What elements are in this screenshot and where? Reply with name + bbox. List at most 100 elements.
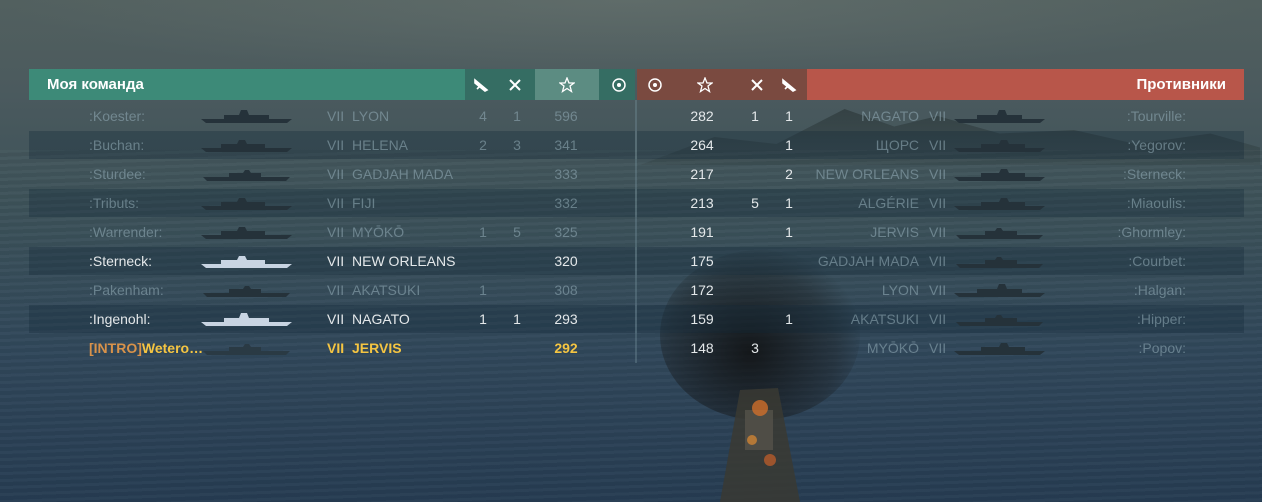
score-value: 596: [554, 108, 578, 124]
cruiser-icon: [201, 140, 292, 152]
score-value: 332: [554, 195, 578, 211]
player-name-text: Wetero…: [141, 340, 204, 356]
enemy-team-row[interactable]: 159 1 AKATSUKI VII:Hipper:: [637, 305, 1244, 333]
plane-icon[interactable]: [465, 69, 497, 100]
star-icon[interactable]: [535, 69, 599, 100]
planes-count: 3: [751, 340, 759, 356]
ship-name: ЩОРС: [875, 137, 919, 153]
destroyer-icon: [203, 286, 290, 297]
battleship-icon: [954, 110, 1045, 123]
kills-count: 2: [785, 166, 793, 182]
ship-tier: VII: [929, 311, 947, 327]
score-value: 172: [690, 282, 714, 298]
player-name: :Popov:: [1138, 340, 1186, 356]
enemy-team-row[interactable]: 148 3 MYŌKŌ VII:Popov:: [637, 334, 1244, 362]
score-value: 308: [554, 282, 578, 298]
planes-count: 3: [513, 137, 521, 153]
player-name: :Courbet:: [1128, 253, 1186, 269]
player-name: :Sterneck:: [89, 253, 152, 269]
my-team-stat-columns: [465, 69, 635, 100]
planes-count: 1: [513, 108, 521, 124]
ship-name: AKATSUKI: [352, 282, 421, 298]
my-team-row[interactable]: :Pakenham: VII AKATSUKI 1 308: [29, 276, 635, 304]
battleship-icon: [201, 110, 292, 123]
my-team-row[interactable]: :Buchan: VII HELENA 2 3 341: [29, 131, 635, 159]
player-name: :Yegorov:: [1127, 137, 1186, 153]
enemy-team-row[interactable]: 217 2 NEW ORLEANS VII:Sterneck:: [637, 160, 1244, 188]
ship-tier: VII: [327, 108, 345, 124]
ship-name: NAGATO: [861, 108, 919, 124]
enemy-team-title: Противники: [1136, 76, 1226, 93]
sky-background: [0, 0, 1262, 80]
my-team-row[interactable]: :Koester: VII LYON 4 1 596: [29, 102, 635, 130]
player-name-text: :Warrender:: [89, 224, 163, 240]
star-icon[interactable]: [689, 69, 721, 100]
ship-name: NEW ORLEANS: [815, 166, 919, 182]
player-name: :Halgan:: [1133, 282, 1186, 298]
my-team-row[interactable]: :Sterneck: VII NEW ORLEANS 320: [29, 247, 635, 275]
plane-icon[interactable]: [773, 69, 805, 100]
battleship-icon: [954, 284, 1045, 297]
ship-tier: VII: [327, 311, 345, 327]
ship-tier: VII: [327, 224, 345, 240]
cruiser-icon: [201, 256, 292, 268]
ship-tier: VII: [929, 224, 947, 240]
player-name: :Miaoulis:: [1126, 195, 1186, 211]
player-name: :Pakenham:: [89, 282, 164, 298]
my-team-row[interactable]: :Warrender: VII MYŌKŌ 1 5 325: [29, 218, 635, 246]
enemy-team-stat-columns: [637, 69, 807, 100]
cruiser-icon: [201, 198, 292, 210]
enemy-team-row[interactable]: 175 GADJAH MADA VII:Courbet:: [637, 247, 1244, 275]
player-name-text: :Ingenohl:: [89, 311, 151, 327]
planes-count: 1: [513, 311, 521, 327]
enemy-team-row[interactable]: 172 LYON VII:Halgan:: [637, 276, 1244, 304]
ship-name: MYŌKŌ: [352, 224, 405, 240]
enemy-team-row[interactable]: 191 1 JERVIS VII:Ghormley:: [637, 218, 1244, 246]
score-value: 292: [554, 340, 578, 356]
laurel-icon[interactable]: [603, 69, 635, 100]
player-name-text: :Sturdee:: [89, 166, 146, 182]
ship-kill-icon[interactable]: [741, 69, 773, 100]
score-value: 282: [690, 108, 714, 124]
my-team-row[interactable]: :Sturdee: VII GADJAH MADA 333: [29, 160, 635, 188]
player-name: :Ghormley:: [1117, 224, 1186, 240]
my-team-row[interactable]: :Tributs: VII FIJI 332: [29, 189, 635, 217]
player-name: :Hipper:: [1136, 311, 1186, 327]
ship-kill-icon[interactable]: [499, 69, 531, 100]
cruiser-icon: [954, 343, 1045, 355]
destroyer-icon: [956, 315, 1043, 326]
enemy-team-row[interactable]: 282 1 1 NAGATO VII:Tourville:: [637, 102, 1244, 130]
cruiser-icon: [954, 169, 1045, 181]
my-team-row[interactable]: [INTRO]Wetero… VII JERVIS 292: [29, 334, 635, 362]
ship-name: NEW ORLEANS: [352, 253, 456, 269]
player-name-text: :Tributs:: [89, 195, 140, 211]
destroyer-icon: [203, 170, 290, 181]
kills-count: 1: [785, 108, 793, 124]
score-value: 264: [690, 137, 714, 153]
kills-count: 1: [785, 224, 793, 240]
ship-name: MYŌKŌ: [866, 340, 919, 356]
ship-tier: VII: [929, 108, 947, 124]
ship-tier: VII: [327, 340, 345, 356]
score-value: 191: [690, 224, 714, 240]
enemy-team-row[interactable]: 264 1 ЩОРС VII:Yegorov:: [637, 131, 1244, 159]
cruiser-icon: [954, 140, 1045, 152]
player-name: :Tourville:: [1126, 108, 1186, 124]
destroyer-icon: [956, 228, 1043, 239]
my-team-row[interactable]: :Ingenohl: VII NAGATO 1 1 293: [29, 305, 635, 333]
clan-tag: [INTRO]: [89, 340, 142, 356]
score-value: 159: [690, 311, 714, 327]
ship-name: HELENA: [352, 137, 409, 153]
player-name-text: :Pakenham:: [89, 282, 164, 298]
burning-ship-image: [720, 388, 800, 502]
player-name-text: :Buchan:: [89, 137, 145, 153]
ship-tier: VII: [929, 137, 947, 153]
score-value: 341: [554, 137, 578, 153]
ship-name: AKATSUKI: [850, 311, 919, 327]
score-value: 175: [690, 253, 714, 269]
enemy-team-row[interactable]: 213 5 1 ALGÉRIE VII:Miaoulis:: [637, 189, 1244, 217]
score-value: 325: [554, 224, 578, 240]
score-value: 293: [554, 311, 578, 327]
destroyer-icon: [956, 257, 1043, 268]
laurel-icon[interactable]: [639, 69, 671, 100]
